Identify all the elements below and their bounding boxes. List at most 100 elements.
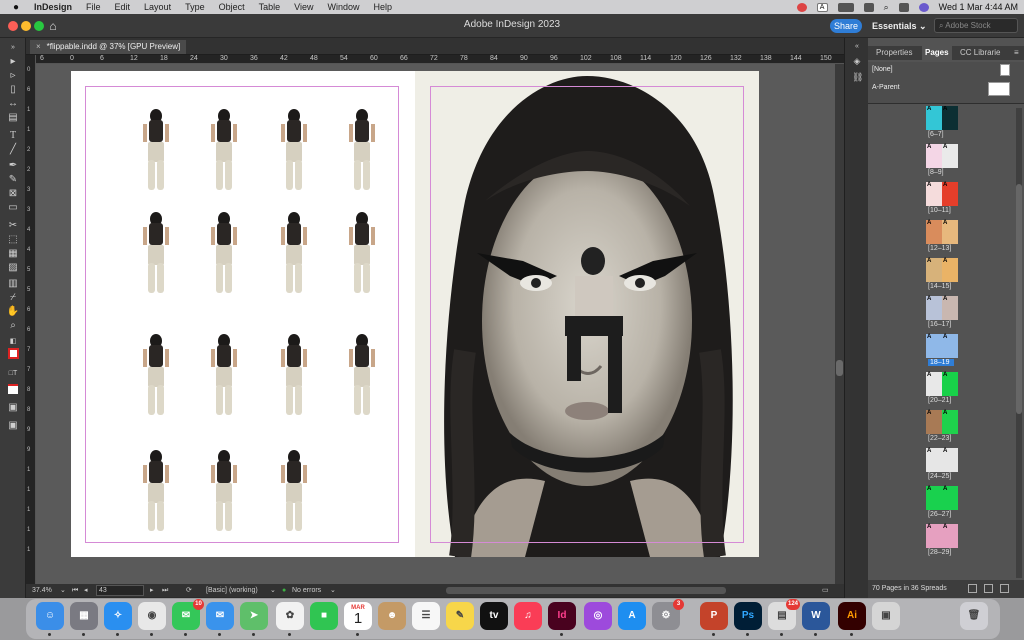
menu-type[interactable]: Type	[185, 2, 205, 12]
page-thumbnail[interactable]: A	[942, 258, 958, 282]
spread-label[interactable]: [24–25]	[928, 473, 960, 480]
wifi-icon[interactable]	[863, 2, 874, 12]
spread-label[interactable]: [12–13]	[928, 245, 960, 252]
vertical-ruler[interactable]: 0 6 1 1 2 2 3 3 4 4 5 5 6 6 7 7 8 8 9 9 1 1 1 1 1	[26, 55, 36, 585]
page-thumbnail[interactable]: A	[926, 106, 942, 130]
rectangle-tool-icon[interactable]: ▭	[6, 202, 20, 214]
scissors-tool-icon[interactable]: ✂	[6, 220, 20, 232]
formatting-affects-container-icon[interactable]: □T	[6, 368, 20, 380]
menu-help[interactable]: Help	[374, 2, 393, 12]
dock-launchpad-icon[interactable]: ▦	[70, 602, 98, 630]
dock-trash-icon[interactable]: 🗑	[960, 602, 988, 630]
document-tab[interactable]: × *flippable.indd @ 37% [GPU Preview]	[30, 40, 187, 54]
view-options-icon[interactable]: ▣	[6, 420, 20, 432]
zoom-level[interactable]: 37.4%	[32, 584, 52, 597]
menu-layout[interactable]: Layout	[144, 2, 171, 12]
pages-panel-scrollbar[interactable]	[1016, 108, 1022, 578]
parent-a[interactable]: A-Parent	[872, 84, 900, 91]
page-thumbnail[interactable]: A	[926, 448, 942, 472]
page-thumbnail[interactable]: A	[926, 182, 942, 206]
page-thumbnail[interactable]: A	[926, 524, 942, 548]
dock-maps-icon[interactable]: ➤	[240, 602, 268, 630]
content-collector-icon[interactable]: ▤	[6, 112, 20, 124]
spread-label[interactable]: [16–17]	[928, 321, 960, 328]
pasteboard[interactable]	[36, 64, 835, 584]
close-tab-icon[interactable]: ×	[36, 42, 41, 51]
spread-label[interactable]: [6–7]	[928, 131, 960, 138]
minimize-window-button[interactable]	[21, 21, 31, 31]
last-page-icon[interactable]: ⏭	[162, 584, 168, 597]
layers-icon[interactable]: ◈	[852, 56, 862, 66]
close-window-button[interactable]	[8, 21, 18, 31]
dock-appstore-icon[interactable]: A	[618, 602, 646, 630]
dock-indesign-icon[interactable]: Id	[548, 602, 576, 630]
input-source-icon[interactable]: A	[816, 2, 828, 12]
spread-thumbnail[interactable]: AA	[926, 334, 958, 358]
dock-printer-icon[interactable]: ▤ 124	[768, 599, 800, 630]
page-thumbnail[interactable]: A	[942, 448, 958, 472]
dock-facetime-icon[interactable]: ■	[310, 602, 338, 630]
dock-mail-icon[interactable]: ✉	[206, 602, 234, 630]
adobe-stock-search-field[interactable]: ⌕ Adobe Stock	[934, 18, 1018, 33]
previous-page-icon[interactable]: ◂	[84, 584, 88, 597]
dock-powerpoint-icon[interactable]: P	[700, 602, 728, 630]
apple-menu-icon[interactable]: ●	[10, 2, 22, 13]
zoom-dropdown-icon[interactable]: ⌄	[60, 584, 66, 597]
dock-settings-icon[interactable]: ⚙ 3	[652, 599, 684, 630]
spread-label[interactable]: [28–29]	[928, 549, 960, 556]
panel-menu-icon[interactable]: ≡	[1014, 46, 1019, 60]
page-tool-icon[interactable]: ▯	[6, 84, 20, 96]
spread-thumbnail[interactable]: AA	[926, 410, 958, 434]
page-thumbnail[interactable]: A	[926, 144, 942, 168]
horizontal-ruler[interactable]: 6 0 6 12 18 24 30 36 42 48 54 60 66 72 78 84 90 96 102 108 1…	[36, 55, 844, 64]
figure-cutout[interactable]	[201, 449, 247, 542]
gradient-swatch-tool-icon[interactable]: ▦	[6, 248, 20, 260]
menu-view[interactable]: View	[294, 2, 313, 12]
spread-label[interactable]: 18–19	[928, 359, 954, 366]
dock-preview-icon[interactable]: ▣	[872, 602, 900, 630]
figure-cutout[interactable]	[339, 333, 385, 426]
menu-app-name[interactable]: InDesign	[34, 2, 72, 12]
spotlight-icon[interactable]: ⌕	[884, 2, 889, 13]
hand-tool-icon[interactable]: ✋	[6, 306, 20, 318]
dock-notes-icon[interactable]: ✎	[446, 602, 474, 630]
spread-label[interactable]: [22–23]	[928, 435, 960, 442]
pencil-tool-icon[interactable]: ✎	[6, 174, 20, 186]
links-icon[interactable]: ⛓	[852, 72, 863, 82]
preflight-dropdown-icon[interactable]: ⌄	[330, 584, 336, 597]
figure-cutout[interactable]	[271, 449, 317, 542]
note-tool-icon[interactable]: ▥	[6, 278, 20, 290]
next-page-icon[interactable]: ▸	[150, 584, 154, 597]
dock-reminders-icon[interactable]: ☰	[412, 602, 440, 630]
dock-photos-icon[interactable]: ✿	[276, 602, 304, 630]
spread-label[interactable]: [8–9]	[928, 169, 960, 176]
spread-label[interactable]: [26–27]	[928, 511, 960, 518]
spread-thumbnail[interactable]: AA	[926, 372, 958, 396]
fill-stroke-icon[interactable]	[6, 348, 20, 360]
menu-table[interactable]: Table	[259, 2, 281, 12]
dock-finder-icon[interactable]: ☺	[36, 602, 64, 630]
dock-music-icon[interactable]: ♫	[514, 602, 542, 630]
spread-thumbnail[interactable]: AA	[926, 448, 958, 472]
dock-word-icon[interactable]: W	[802, 602, 830, 630]
dock-photoshop-icon[interactable]: Ps	[734, 602, 762, 630]
page-thumbnail[interactable]: A	[942, 486, 958, 510]
direct-selection-tool-icon[interactable]: ▹	[6, 70, 20, 82]
page-thumbnail[interactable]: A	[926, 334, 942, 358]
figure-cutout[interactable]	[201, 211, 247, 304]
figure-cutout[interactable]	[201, 108, 247, 201]
page-thumbnail[interactable]: A	[926, 372, 942, 396]
spread-thumbnail[interactable]: AA	[926, 524, 958, 548]
collapse-panels-icon[interactable]: «	[852, 42, 862, 52]
horizontal-scrollbar[interactable]	[446, 587, 726, 594]
parent-a-thumbnail[interactable]	[988, 82, 1010, 96]
page-thumbnail[interactable]: A	[942, 296, 958, 320]
dock-messages-icon[interactable]: ✉ 10	[172, 599, 204, 630]
selection-tool-icon[interactable]: ▸	[6, 56, 20, 68]
spread-label[interactable]: [10–11]	[928, 207, 960, 214]
page-thumbnail[interactable]: A	[942, 372, 958, 396]
menu-file[interactable]: File	[86, 2, 101, 12]
menu-object[interactable]: Object	[219, 2, 245, 12]
page-thumbnail[interactable]: A	[926, 486, 942, 510]
figure-cutout[interactable]	[271, 333, 317, 426]
